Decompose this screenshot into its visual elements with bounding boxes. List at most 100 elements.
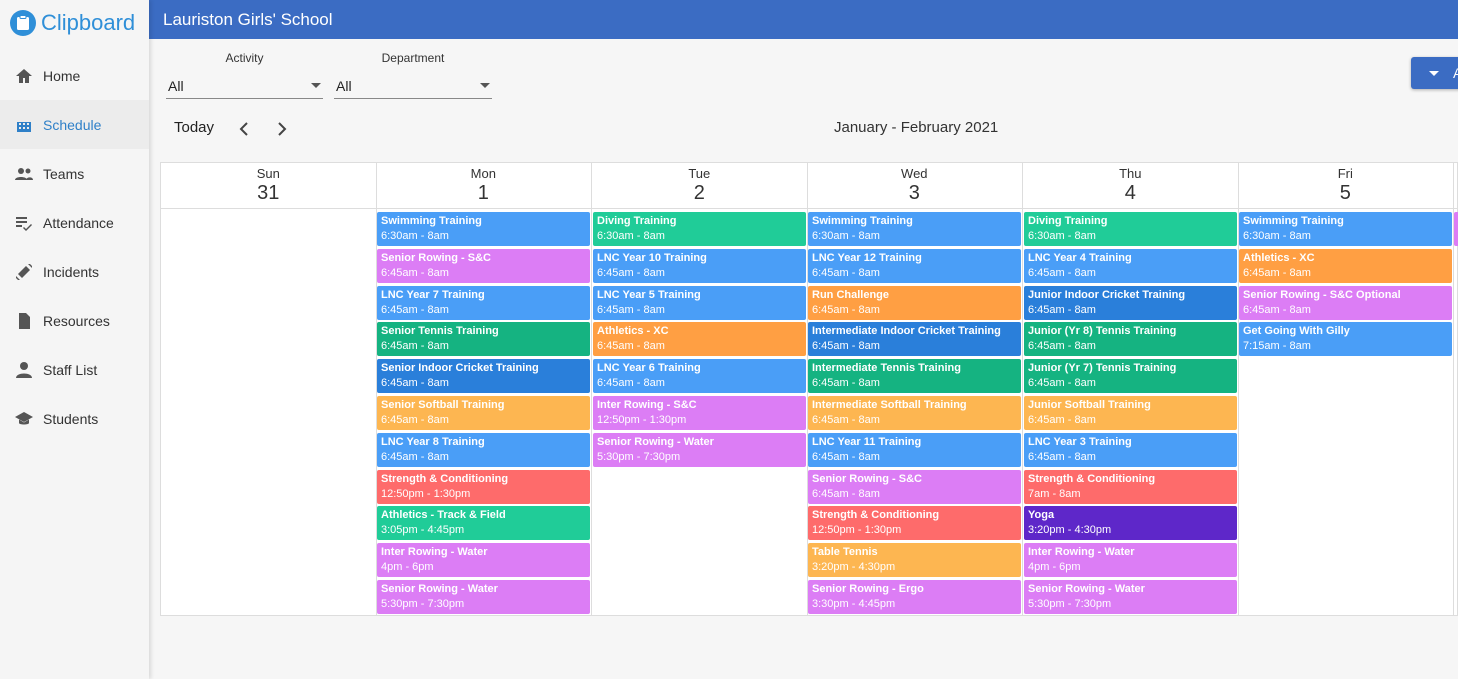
sidebar: Clipboard Home Schedule Teams Attendance Inc… xyxy=(0,0,149,679)
event-block[interactable]: Inter Rowing - S&C 12:50pm - 1:30pm xyxy=(593,395,806,430)
app-logo[interactable]: Clipboard xyxy=(0,0,149,45)
event-block[interactable]: Swimming Training 6:30am - 8am xyxy=(377,212,590,246)
event-title: Inter Rowing - Water xyxy=(1028,546,1135,559)
event-block[interactable] xyxy=(1454,212,1458,246)
day-column-thu: Thu 4 Diving Training 6:30am - 8am LNC Year … xyxy=(1023,163,1239,615)
sidebar-item-label: Students xyxy=(43,410,99,427)
app-name: Clipboard xyxy=(41,9,136,35)
event-block[interactable]: Senior Rowing - Water 5:30pm - 7:30pm xyxy=(377,579,590,614)
day-number: 31 xyxy=(257,182,280,204)
event-block[interactable]: Senior Indoor Cricket Training 6:45am - 8… xyxy=(377,359,590,394)
event-time: 3:20pm - 4:30pm xyxy=(812,561,896,574)
event-block[interactable]: Junior Softball Training 6:45am - 8am xyxy=(1024,395,1237,430)
department-select[interactable]: All xyxy=(334,73,492,99)
activity-select[interactable]: All xyxy=(166,73,323,99)
event-block[interactable]: Senior Rowing - Water 5:30pm - 7:30pm xyxy=(593,432,806,467)
event-block[interactable]: Table Tennis 3:20pm - 4:30pm xyxy=(808,543,1021,578)
event-block[interactable]: Athletics - XC 6:45am - 8am xyxy=(1239,248,1452,283)
event-block[interactable]: Strength & Conditioning 12:50pm - 1:30pm xyxy=(808,506,1021,541)
day-header[interactable]: Sun 31 xyxy=(161,163,376,209)
document-icon xyxy=(14,311,34,331)
add-event-button[interactable]: A xyxy=(1411,57,1458,89)
day-header[interactable]: Thu 4 xyxy=(1023,163,1238,209)
event-block[interactable]: LNC Year 7 Training 6:45am - 8am xyxy=(377,285,590,320)
week-calendar: Sun 31 Mon 1 Swimming Training 6:30am - 8am Se… xyxy=(160,162,1458,616)
event-block[interactable]: LNC Year 5 Training 6:45am - 8am xyxy=(593,285,806,320)
department-filter: Department All xyxy=(334,51,492,99)
event-block[interactable]: Senior Softball Training 6:45am - 8am xyxy=(377,395,590,430)
event-block[interactable]: Junior Indoor Cricket Training 6:45am - 8… xyxy=(1024,285,1237,320)
sidebar-item-attendance[interactable]: Attendance xyxy=(0,198,149,247)
event-block[interactable]: Get Going With Gilly 7:15am - 8am xyxy=(1239,322,1452,357)
event-block[interactable]: Diving Training 6:30am - 8am xyxy=(1024,212,1237,246)
event-block[interactable]: Athletics - XC 6:45am - 8am xyxy=(593,322,806,357)
day-number: 2 xyxy=(693,182,705,204)
event-block[interactable]: Senior Tennis Training 6:45am - 8am xyxy=(377,322,590,357)
event-block[interactable]: Strength & Conditioning 12:50pm - 1:30pm xyxy=(377,469,590,504)
event-block[interactable]: Senior Rowing - S&C Optional 6:45am - 8am xyxy=(1239,285,1452,320)
event-title: Senior Rowing - S&C xyxy=(812,472,922,485)
event-block[interactable]: Senior Rowing - Water 5:30pm - 7:30pm xyxy=(1024,579,1237,614)
event-time: 12:50pm - 1:30pm xyxy=(812,524,902,537)
event-block[interactable]: Strength & Conditioning 7am - 8am xyxy=(1024,469,1237,504)
event-title: Intermediate Tennis Training xyxy=(812,362,961,375)
event-block[interactable]: Junior (Yr 7) Tennis Training 6:45am - 8a… xyxy=(1024,359,1237,394)
event-time: 6:45am - 8am xyxy=(1028,377,1096,390)
event-block[interactable]: Inter Rowing - Water 4pm - 6pm xyxy=(1024,543,1237,578)
event-block[interactable]: Intermediate Softball Training 6:45am - 8… xyxy=(808,395,1021,430)
next-week-button[interactable] xyxy=(271,119,291,139)
event-time: 6:45am - 8am xyxy=(812,303,880,316)
department-select-value: All xyxy=(336,77,352,94)
sidebar-item-schedule[interactable]: Schedule xyxy=(0,100,149,149)
event-title: Run Challenge xyxy=(812,288,890,301)
day-header[interactable]: Mon 1 xyxy=(376,163,591,209)
event-block[interactable]: LNC Year 8 Training 6:45am - 8am xyxy=(377,432,590,467)
sidebar-item-teams[interactable]: Teams xyxy=(0,149,149,198)
event-block[interactable]: LNC Year 10 Training 6:45am - 8am xyxy=(593,248,806,283)
event-block[interactable]: LNC Year 12 Training 6:45am - 8am xyxy=(808,248,1021,283)
event-time: 5:30pm - 7:30pm xyxy=(597,450,681,463)
event-block[interactable]: Swimming Training 6:30am - 8am xyxy=(808,212,1021,246)
event-block[interactable]: Yoga 3:20pm - 4:30pm xyxy=(1024,506,1237,541)
event-block[interactable]: Inter Rowing - Water 4pm - 6pm xyxy=(377,543,590,578)
event-block[interactable]: Athletics - Track & Field 3:05pm - 4:45pm xyxy=(377,506,590,541)
day-header[interactable]: Wed 3 xyxy=(807,163,1022,209)
prev-week-button[interactable] xyxy=(235,119,255,139)
event-time: 6:45am - 8am xyxy=(1028,413,1096,426)
event-block[interactable]: Senior Rowing - S&C 6:45am - 8am xyxy=(377,248,590,283)
sidebar-item-resources[interactable]: Resources xyxy=(0,296,149,345)
event-title: LNC Year 3 Training xyxy=(1028,435,1132,448)
event-block[interactable]: Swimming Training 6:30am - 8am xyxy=(1239,212,1452,246)
event-block[interactable]: Junior (Yr 8) Tennis Training 6:45am - 8a… xyxy=(1024,322,1237,357)
event-block[interactable]: Intermediate Indoor Cricket Training 6:45… xyxy=(808,322,1021,357)
event-block[interactable]: LNC Year 6 Training 6:45am - 8am xyxy=(593,359,806,394)
event-time: 5:30pm - 7:30pm xyxy=(381,597,465,610)
sidebar-item-label: Home xyxy=(43,67,81,84)
event-block[interactable]: Diving Training 6:30am - 8am xyxy=(593,212,806,246)
day-header[interactable]: Fri 5 xyxy=(1238,163,1453,209)
event-time: 6:45am - 8am xyxy=(597,303,665,316)
event-block[interactable]: Intermediate Tennis Training 6:45am - 8am xyxy=(808,359,1021,394)
event-time: 6:45am - 8am xyxy=(1243,266,1311,279)
event-block[interactable]: LNC Year 11 Training 6:45am - 8am xyxy=(808,432,1021,467)
event-block[interactable]: Run Challenge 6:45am - 8am xyxy=(808,285,1021,320)
event-block[interactable]: LNC Year 4 Training 6:45am - 8am xyxy=(1024,248,1237,283)
event-title: Senior Rowing - Water xyxy=(597,435,714,448)
day-header[interactable]: Tue 2 xyxy=(592,163,807,209)
day-name: Wed xyxy=(901,166,928,181)
event-block[interactable]: Senior Rowing - Ergo 3:30pm - 4:45pm xyxy=(808,579,1021,614)
sidebar-item-incidents[interactable]: Incidents xyxy=(0,247,149,296)
event-title: Athletics - Track & Field xyxy=(381,509,506,522)
today-button[interactable]: Today xyxy=(174,119,214,136)
sidebar-item-home[interactable]: Home xyxy=(0,51,149,100)
event-title: Senior Rowing - Water xyxy=(381,582,498,595)
sidebar-item-students[interactable]: Students xyxy=(0,394,149,443)
event-block[interactable]: Senior Rowing - S&C 6:45am - 8am xyxy=(808,469,1021,504)
event-block[interactable]: LNC Year 3 Training 6:45am - 8am xyxy=(1024,432,1237,467)
event-time: 6:30am - 8am xyxy=(1028,230,1096,242)
sidebar-item-staff-list[interactable]: Staff List xyxy=(0,345,149,394)
sidebar-item-label: Attendance xyxy=(43,214,114,231)
activity-select-value: All xyxy=(168,77,184,94)
event-time: 6:45am - 8am xyxy=(1028,450,1096,463)
sidebar-item-label: Staff List xyxy=(43,361,98,378)
